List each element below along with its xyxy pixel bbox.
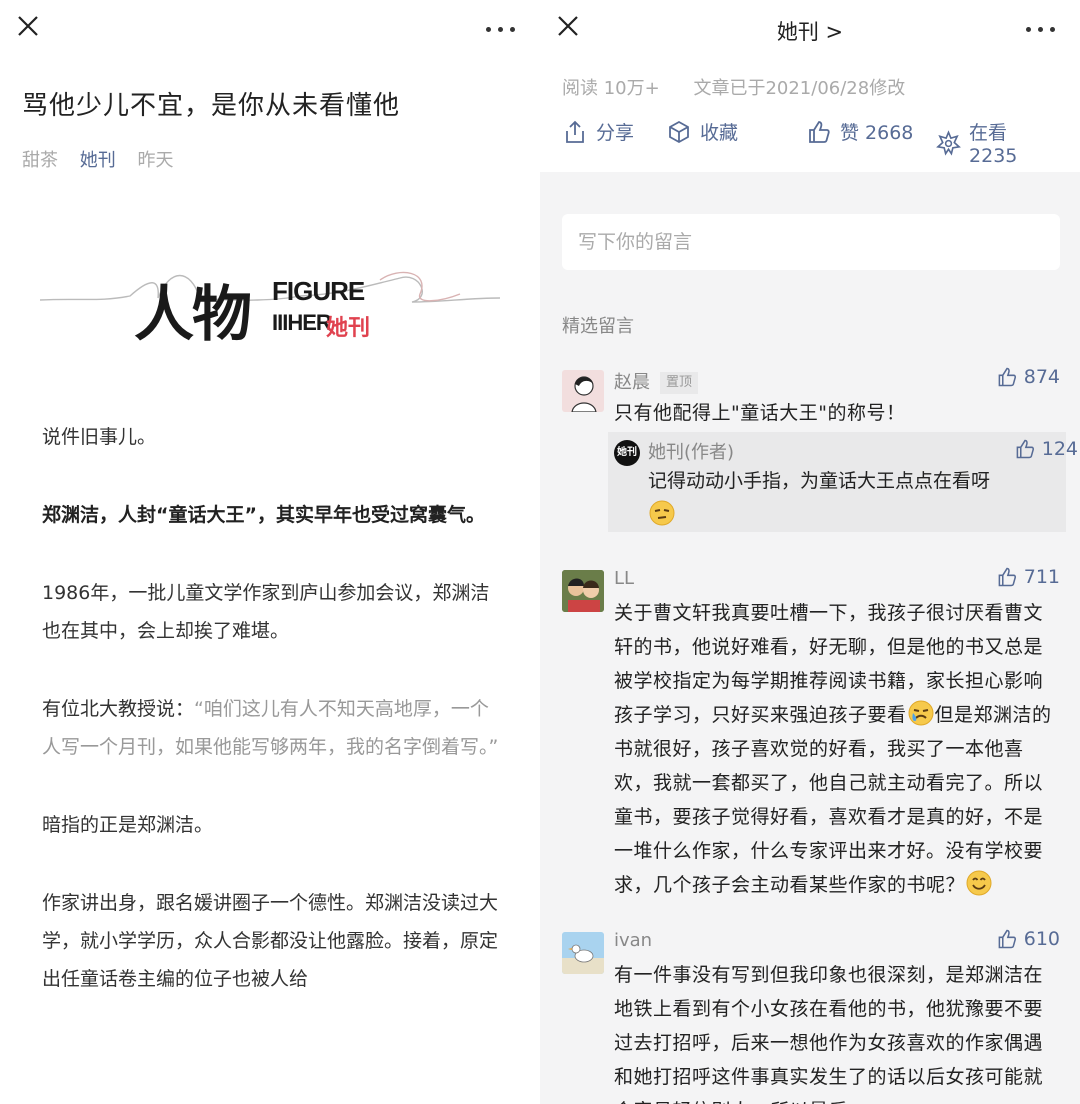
comment-like-button[interactable]: 610 <box>996 928 1060 950</box>
banner-title-cn: 人物 <box>134 280 252 350</box>
comment-like-button[interactable]: 711 <box>996 566 1060 588</box>
reply-like-button[interactable]: 124 <box>1014 438 1078 460</box>
comment-text: 有一件事没有写到但我印象也很深刻，是郑渊洁在地铁上看到有个小女孩在看他的书，他犹… <box>614 964 1044 1104</box>
paragraph-bold: 郑渊洁，人封“童话大王”，其实早年也受过窝囊气。 <box>42 504 485 526</box>
comment-item: LL 711 关于曹文轩我真要吐槽一下，我孩子很讨厌看曹文轩的书，他说好难看，好… <box>562 566 1072 902</box>
thumbs-up-icon <box>998 929 1016 949</box>
author-reply: 她刊 她刊(作者) 124 记得动动小手指，为童话大王点点在看呀 <box>608 432 1078 532</box>
collect-button[interactable]: 收藏 <box>666 118 738 145</box>
close-icon[interactable] <box>16 14 40 38</box>
crying-emoji-icon <box>908 700 934 726</box>
comments-topbar: 她刊 > <box>540 0 1080 58</box>
paragraph: 作家讲出身，跟名媛讲圈子一个德性。郑渊洁没读过大学，就小学学历，众人合影都没让他… <box>42 892 499 990</box>
thumbs-up-icon <box>1016 439 1034 459</box>
watching-count: 在看 2235 <box>969 122 1018 167</box>
commenter-name: 赵晨 置顶 <box>614 368 699 394</box>
paragraph: 说件旧事儿。 <box>42 426 157 448</box>
selected-comments-title: 精选留言 <box>562 316 634 337</box>
comment-item: ivan 610 有一件事没有写到但我印象也很深刻，是郑渊洁在地铁上看到有个小女… <box>562 928 1072 1104</box>
article-pane: 骂他少儿不宜，是你从未看懂他 甜茶 她刊 昨天 人物 FIGURE IIIHER… <box>0 0 540 1104</box>
paragraph-quote: 有位北大教授说：“咱们这儿有人不知天高地厚，一个人写一个月刊，如果他能写够两年，… <box>42 690 502 766</box>
like-button[interactable]: 赞 2668 <box>806 118 913 145</box>
reply-text-content: 记得动动小手指，为童话大王点点在看呀 <box>648 470 991 492</box>
article-author: 甜茶 <box>22 150 58 171</box>
share-button[interactable]: 分享 <box>562 118 634 145</box>
reply-like-count: 124 <box>1041 438 1078 460</box>
like-count: 赞 2668 <box>840 122 914 144</box>
comment-input[interactable]: 写下你的留言 <box>562 214 1060 270</box>
avatar[interactable] <box>562 370 604 412</box>
comment-like-count: 874 <box>1023 366 1060 388</box>
reply-text: 记得动动小手指，为童话大王点点在看呀 <box>648 464 1058 532</box>
quote-lead: 有位北大教授说： <box>42 698 195 720</box>
comment-item: 赵晨 置顶 874 只有他配得上"童话大王"的称号！ 她刊 她刊(作者) 124 … <box>562 366 1078 540</box>
squint-emoji-icon <box>649 500 675 526</box>
banner-subtitle-en: IIIHER <box>272 310 332 335</box>
comment-like-count: 711 <box>1023 566 1060 588</box>
smile-emoji-icon <box>966 870 992 896</box>
figure-banner: 人物 FIGURE IIIHER 她刊 <box>39 258 501 354</box>
account-link[interactable]: 她刊 <box>80 150 116 171</box>
article-meta: 甜茶 她刊 昨天 <box>22 146 189 172</box>
comment-like-count: 610 <box>1023 928 1060 950</box>
comments-pane: 她刊 > 阅读 10万+ 文章已于2021/06/28修改 分享 收藏 赞 26… <box>540 0 1080 1104</box>
account-title-link[interactable]: 她刊 > <box>540 16 1080 46</box>
article-date: 昨天 <box>137 150 174 171</box>
pinned-badge: 置顶 <box>660 372 699 394</box>
comment-text: 只有他配得上"童话大王"的称号！ <box>614 402 906 424</box>
comment-like-button[interactable]: 874 <box>996 366 1060 388</box>
author-avatar[interactable]: 她刊 <box>614 440 640 466</box>
commenter-name: LL <box>614 568 635 589</box>
paragraph: 暗指的正是郑渊洁。 <box>42 814 214 836</box>
share-label: 分享 <box>596 122 635 144</box>
read-count: 阅读 10万+ <box>562 78 660 99</box>
banner-script-line <box>39 271 501 303</box>
more-icon[interactable] <box>486 16 516 40</box>
thumbs-up-icon <box>998 567 1016 587</box>
action-bar: 分享 收藏 赞 2668 在看 2235 <box>562 118 1058 167</box>
commenter-name: ivan <box>614 930 653 951</box>
comment-text: 关于曹文轩我真要吐槽一下，我孩子很讨厌看曹文轩的书，他说好难看，好无聊，但是他的… <box>614 596 1062 902</box>
banner-title-en: FIGURE <box>272 276 365 306</box>
article-body: 说件旧事儿。 郑渊洁，人封“童话大王”，其实早年也受过窝囊气。 1986年，一批… <box>42 418 502 1038</box>
avatar[interactable] <box>562 570 604 612</box>
banner-brand-logo: 她刊 <box>326 316 371 341</box>
modified-note: 文章已于2021/06/28修改 <box>693 78 906 99</box>
thumbs-up-icon <box>998 367 1016 387</box>
more-icon[interactable] <box>1026 16 1056 40</box>
cube-icon <box>669 120 689 143</box>
thumbs-up-icon <box>809 120 830 143</box>
comments-section: 写下你的留言 精选留言 赵晨 置顶 874 只有他配得上"童话大王"的称号！ 她刊… <box>540 172 1080 1104</box>
sparkle-icon <box>936 129 961 156</box>
commenter-name-text: 赵晨 <box>614 372 650 393</box>
comment-text-part: 但是郑渊洁的书就很好，孩子喜欢觉的好看，我买了一本他喜欢，我就一套都买了，他自己… <box>614 704 1052 896</box>
watching-button[interactable]: 在看 2235 <box>936 118 1058 167</box>
paragraph: 1986年，一批儿童文学作家到庐山参加会议，郑渊洁也在其中，会上却挨了难堪。 <box>42 582 490 642</box>
article-stats: 阅读 10万+ 文章已于2021/06/28修改 <box>562 74 933 100</box>
avatar[interactable] <box>562 932 604 974</box>
article-topbar <box>0 0 540 58</box>
share-icon <box>566 120 584 143</box>
article-title: 骂他少儿不宜，是你从未看懂他 <box>22 91 401 121</box>
collect-label: 收藏 <box>700 122 739 144</box>
reply-author-name: 她刊(作者) <box>648 442 735 463</box>
